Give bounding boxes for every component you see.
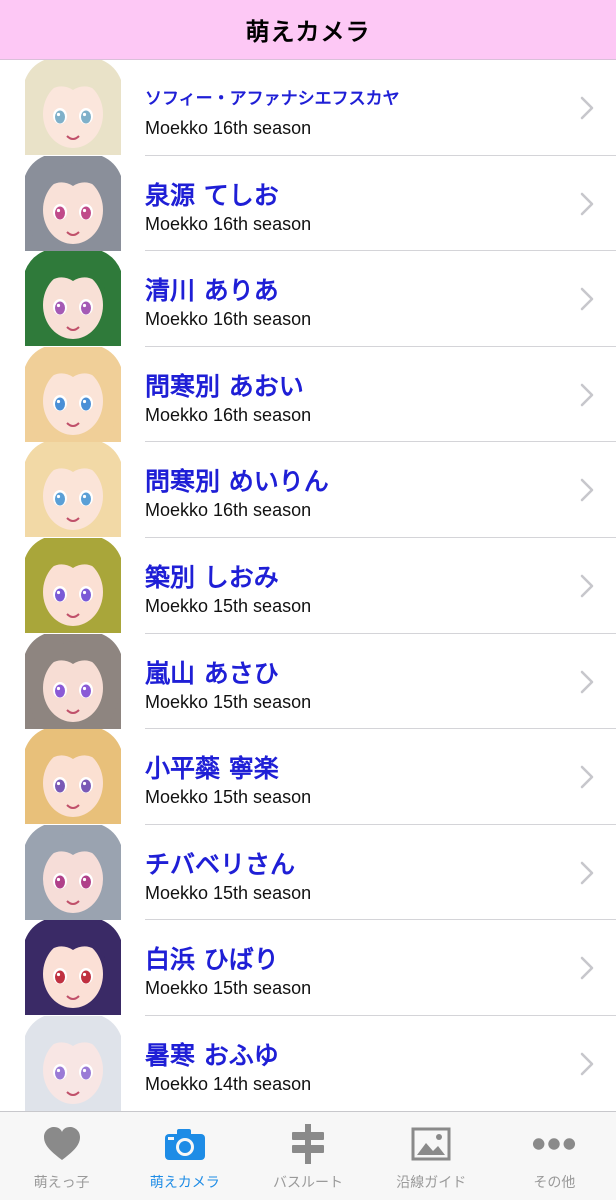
character-avatar — [25, 537, 121, 633]
tab-label: バスルート — [273, 1175, 343, 1191]
bus-stop-sign-icon — [286, 1124, 330, 1164]
chevron-right-icon — [580, 96, 594, 120]
camera-icon — [163, 1124, 207, 1164]
list-item[interactable]: 小平蘂 寧楽 Moekko 15th season — [0, 729, 616, 825]
character-list[interactable]: ソフィー・アファナシエフスカヤ Moekko 16th season 泉源 てし… — [0, 60, 616, 1111]
chevron-right-icon — [580, 1052, 594, 1076]
character-season: Moekko 15th season — [145, 691, 312, 712]
character-season: Moekko 15th season — [145, 882, 312, 903]
character-avatar — [25, 824, 121, 920]
character-season: Moekko 16th season — [145, 500, 312, 521]
tab-bus-stop-sign[interactable]: バスルート — [246, 1112, 369, 1200]
more-dots-icon — [532, 1124, 576, 1164]
tab-camera[interactable]: 萌えカメラ — [123, 1112, 246, 1200]
character-name: 清川 ありあ — [145, 276, 279, 306]
character-avatar — [25, 633, 121, 729]
character-name: 小平蘂 寧楽 — [145, 754, 279, 784]
character-avatar — [25, 60, 121, 155]
tab-picture[interactable]: 沿線ガイド — [370, 1112, 493, 1200]
list-item[interactable]: 問寒別 あおい Moekko 16th season — [0, 346, 616, 443]
list-item[interactable]: 清川 ありあ Moekko 16th season — [0, 251, 616, 347]
character-avatar — [25, 346, 121, 442]
tab-label: 沿線ガイド — [396, 1175, 467, 1191]
chevron-right-icon — [580, 956, 594, 980]
list-item[interactable]: 白浜 ひばり Moekko 15th season — [0, 920, 616, 1016]
chevron-right-icon — [580, 478, 594, 502]
chevron-right-icon — [580, 765, 594, 789]
character-season: Moekko 16th season — [145, 118, 312, 138]
chevron-right-icon — [580, 574, 594, 598]
character-season: Moekko 15th season — [145, 978, 312, 999]
character-season: Moekko 15th season — [145, 595, 312, 616]
tab-heart[interactable]: 萌えっ子 — [0, 1112, 123, 1200]
list-item[interactable]: チバベリさん Moekko 15th season — [0, 824, 616, 921]
character-name: 問寒別 あおい — [145, 371, 304, 401]
character-season: Moekko 16th season — [145, 404, 312, 425]
chevron-right-icon — [580, 383, 594, 407]
heart-icon — [40, 1124, 84, 1164]
character-avatar — [25, 729, 121, 825]
character-avatar — [25, 1015, 121, 1111]
character-avatar — [25, 920, 121, 1016]
tab-label: 萌えカメラ — [149, 1175, 220, 1191]
navigation-bar: 萌えカメラ — [0, 0, 616, 60]
chevron-right-icon — [580, 192, 594, 216]
list-item[interactable]: ソフィー・アファナシエフスカヤ Moekko 16th season — [0, 60, 616, 156]
character-name: 暑寒 おふゆ — [145, 1040, 279, 1070]
character-name: 築別 しおみ — [145, 562, 279, 592]
character-season: Moekko 16th season — [145, 309, 312, 330]
character-avatar — [25, 251, 121, 347]
tab-label: 萌えっ子 — [33, 1175, 90, 1191]
character-avatar — [25, 442, 121, 538]
character-name: ソフィー・アファナシエフスカヤ — [145, 89, 400, 109]
character-name: 問寒別 めいりん — [145, 467, 329, 497]
list-item[interactable]: 嵐山 あさひ Moekko 15th season — [0, 633, 616, 730]
chevron-right-icon — [580, 287, 594, 311]
tab-bar: 萌えっ子 萌えカメラ バスルート 沿線ガイド その他 — [0, 1111, 616, 1200]
chevron-right-icon — [580, 670, 594, 694]
chevron-right-icon — [580, 861, 594, 885]
page-title: 萌えカメラ — [245, 18, 371, 46]
character-season: Moekko 14th season — [145, 1073, 312, 1094]
app-screen: 萌えカメラ ソフィー・アファナシエフスカヤ Moekko 16th season — [0, 0, 616, 1200]
tab-label: その他 — [533, 1175, 576, 1191]
list-item[interactable]: 問寒別 めいりん Moekko 16th season — [0, 442, 616, 538]
character-season: Moekko 16th season — [145, 213, 312, 234]
tab-more-dots[interactable]: その他 — [493, 1112, 616, 1200]
list-item[interactable]: 泉源 てしお Moekko 16th season — [0, 155, 616, 252]
character-name: 白浜 ひばり — [145, 945, 279, 975]
character-avatar — [25, 155, 121, 251]
list-item[interactable]: 築別 しおみ Moekko 15th season — [0, 537, 616, 634]
list-item[interactable]: 暑寒 おふゆ Moekko 14th season — [0, 1015, 616, 1111]
character-name: 泉源 てしお — [145, 180, 279, 210]
character-name: チバベリさん — [145, 849, 296, 879]
character-season: Moekko 15th season — [145, 787, 312, 808]
character-name: 嵐山 あさひ — [145, 658, 279, 688]
picture-icon — [409, 1124, 453, 1164]
